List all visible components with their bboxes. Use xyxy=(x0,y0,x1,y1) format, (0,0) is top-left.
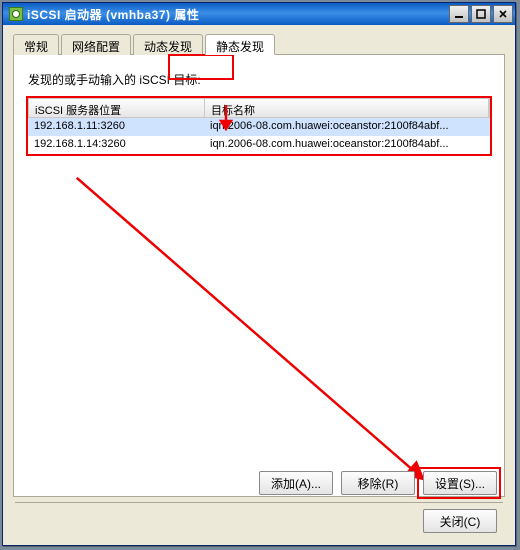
table-row[interactable]: 192.168.1.14:3260 iqn.2006-08.com.huawei… xyxy=(28,136,490,154)
remove-button[interactable]: 移除(R) xyxy=(341,471,415,495)
close-window-button[interactable] xyxy=(493,5,513,23)
minimize-button[interactable] xyxy=(449,5,469,23)
table-body: 192.168.1.11:3260 iqn.2006-08.com.huawei… xyxy=(28,118,490,154)
window-title: iSCSI 启动器 (vmhba37) 属性 xyxy=(27,6,449,23)
cell-target: iqn.2006-08.com.huawei:oceanstor:2100f84… xyxy=(204,118,490,136)
table-row[interactable]: 192.168.1.11:3260 iqn.2006-08.com.huawei… xyxy=(28,118,490,136)
add-button[interactable]: 添加(A)... xyxy=(259,471,333,495)
cell-server: 192.168.1.11:3260 xyxy=(28,118,204,136)
close-button[interactable]: 关闭(C) xyxy=(423,509,497,533)
button-row: 添加(A)... 移除(R) 设置(S)... xyxy=(259,471,497,495)
titlebar[interactable]: iSCSI 启动器 (vmhba37) 属性 xyxy=(3,3,515,25)
tab-static[interactable]: 静态发现 xyxy=(205,34,275,55)
targets-table: iSCSI 服务器位置 目标名称 192.168.1.11:3260 iqn.2… xyxy=(26,96,492,156)
targets-label: 发现的或手动输入的 iSCSI 目标: xyxy=(28,71,494,88)
cell-target: iqn.2006-08.com.huawei:oceanstor:2100f84… xyxy=(204,136,490,154)
app-icon xyxy=(9,7,23,21)
tab-bar: 常规 网络配置 动态发现 静态发现 xyxy=(13,33,505,55)
table-header: iSCSI 服务器位置 目标名称 xyxy=(28,98,490,118)
settings-button[interactable]: 设置(S)... xyxy=(423,471,497,495)
dialog-window: iSCSI 启动器 (vmhba37) 属性 常规 网络配置 动态发现 静态发现… xyxy=(2,2,516,546)
maximize-button[interactable] xyxy=(471,5,491,23)
col-target[interactable]: 目标名称 xyxy=(205,99,489,117)
client-area: 常规 网络配置 动态发现 静态发现 发现的或手动输入的 iSCSI 目标: iS… xyxy=(7,29,511,541)
tab-dynamic[interactable]: 动态发现 xyxy=(133,34,203,55)
tab-general[interactable]: 常规 xyxy=(13,34,59,55)
tab-panel-static: 发现的或手动输入的 iSCSI 目标: iSCSI 服务器位置 目标名称 192… xyxy=(13,55,505,497)
tab-network[interactable]: 网络配置 xyxy=(61,34,131,55)
col-server[interactable]: iSCSI 服务器位置 xyxy=(29,99,205,117)
cell-server: 192.168.1.14:3260 xyxy=(28,136,204,154)
separator xyxy=(15,502,503,503)
window-buttons xyxy=(449,5,513,23)
close-row: 关闭(C) xyxy=(423,509,497,533)
